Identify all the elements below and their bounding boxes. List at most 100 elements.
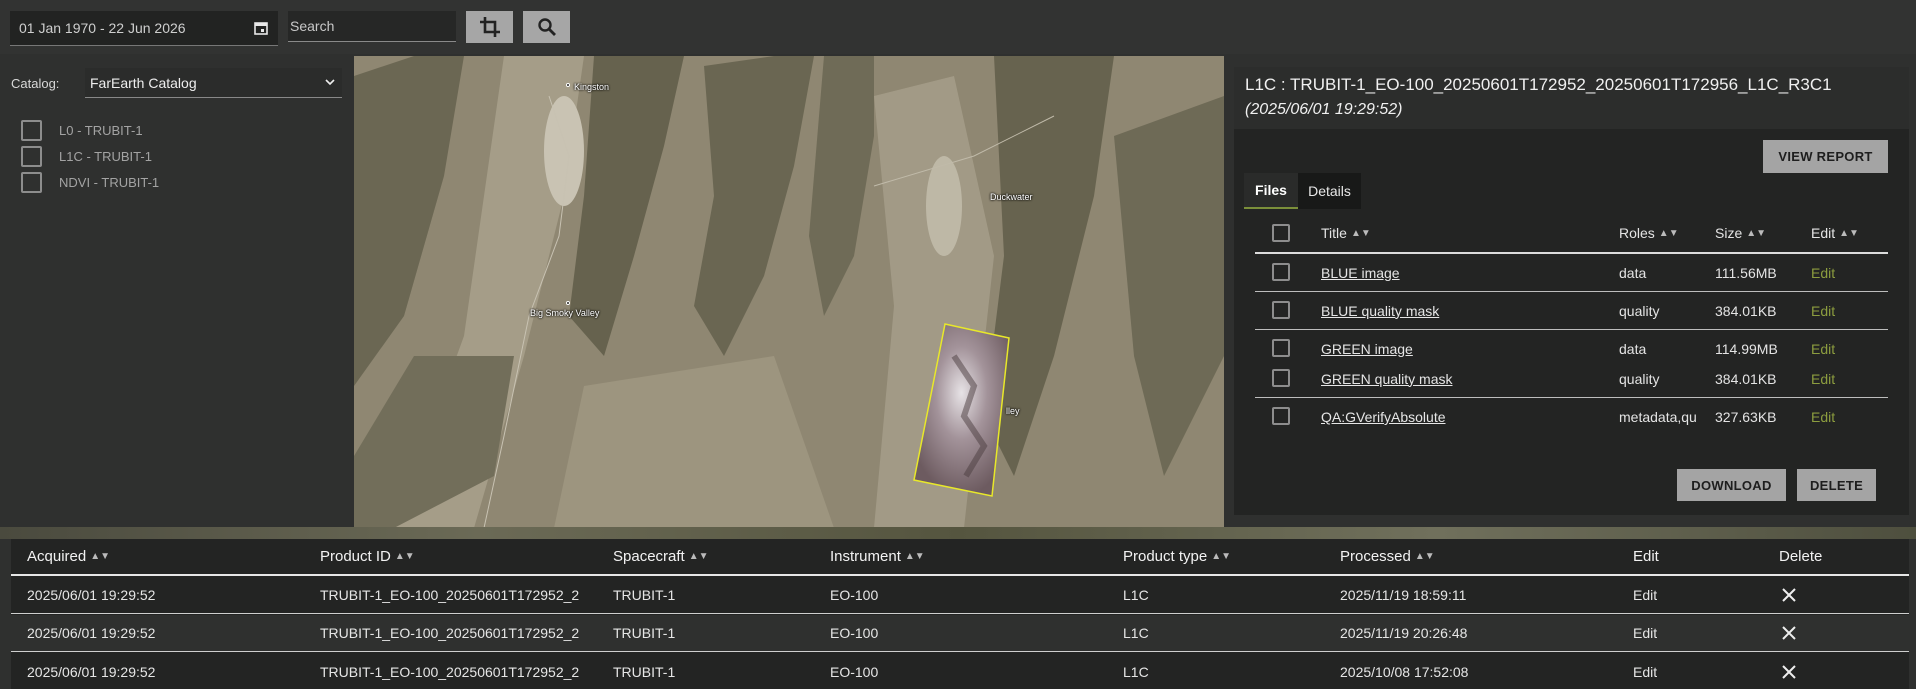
file-checkbox[interactable] [1272,301,1290,319]
file-title-link[interactable]: BLUE image [1321,265,1400,281]
file-checkbox[interactable] [1272,369,1290,387]
file-row: BLUE quality mask quality 384.01KB Edit [1255,292,1888,330]
search-input[interactable] [288,11,456,42]
column-size[interactable]: Size ▲▼ [1715,214,1766,252]
row-delete-button[interactable] [1781,615,1797,651]
catalog-panel: Catalog: FarEarth Catalog L0 - TRUBIT-1 … [0,56,353,528]
file-title-link[interactable]: GREEN quality mask [1321,371,1452,387]
file-edit-link[interactable]: Edit [1811,360,1835,397]
sort-icon: ▲▼ [1350,227,1371,239]
satellite-map[interactable]: Kingston Big Smoky Valley Duckwater lley [354,56,1224,528]
cell-processed: 2025/11/19 18:59:11 [1340,587,1467,603]
column-delete: Delete [1779,548,1823,565]
search-button[interactable] [523,11,570,43]
place-marker-icon [566,83,570,87]
crop-icon [479,17,500,37]
catalog-select[interactable]: FarEarth Catalog [85,68,342,98]
map-label-valley: lley [1006,406,1020,416]
product-row[interactable]: 2025/06/01 19:29:52 TRUBIT-1_EO-100_2025… [11,653,1909,689]
close-icon [1782,626,1796,640]
date-range-field[interactable]: 01 Jan 1970 - 22 Jun 2026 [10,11,278,46]
cell-product-type: L1C [1123,625,1149,641]
file-checkbox[interactable] [1272,263,1290,281]
file-checkbox[interactable] [1272,339,1290,357]
column-processed[interactable]: Processed ▲▼ [1340,539,1435,574]
file-checkbox[interactable] [1272,407,1290,425]
map-edge-strip [0,527,1916,539]
tab-files[interactable]: Files [1244,173,1298,209]
row-delete-button[interactable] [1781,577,1797,613]
sort-icon: ▲▼ [90,551,110,562]
file-role: quality [1619,302,1660,319]
sort-icon: ▲▼ [1658,227,1679,239]
layer-label: L1C - TRUBIT-1 [59,148,152,164]
file-title-link[interactable]: QA:GVerifyAbsolute [1321,409,1446,425]
layer-item-ndvi[interactable]: NDVI - TRUBIT-1 [21,171,159,193]
search-icon [537,18,556,36]
product-detail-panel: L1C : TRUBIT-1_EO-100_20250601T172952_20… [1234,67,1909,515]
row-edit-link[interactable]: Edit [1633,577,1657,613]
file-edit-link[interactable]: Edit [1811,254,1835,291]
file-row: GREEN quality mask quality 384.01KB Edit [1255,360,1888,398]
cell-acquired: 2025/06/01 19:29:52 [27,663,156,680]
products-table-header: Acquired ▲▼ Product ID ▲▼ Spacecraft ▲▼ Ins… [11,539,1909,576]
cell-spacecraft: TRUBIT-1 [613,663,676,680]
select-all-checkbox[interactable] [1272,224,1290,242]
layer-label: L0 - TRUBIT-1 [59,122,143,138]
file-edit-link[interactable]: Edit [1811,398,1835,430]
files-table-overflow[interactable]: GREEN quality mask quality 384.01KB Edit… [1255,360,1888,430]
column-product-type[interactable]: Product type ▲▼ [1123,539,1231,574]
product-row[interactable]: 2025/06/01 19:29:52 TRUBIT-1_EO-100_2025… [11,577,1909,614]
crop-button[interactable] [466,11,513,43]
cell-product-id: TRUBIT-1_EO-100_20250601T172952_2 [320,625,580,641]
layer-checkbox[interactable] [21,145,42,167]
products-table: Acquired ▲▼ Product ID ▲▼ Spacecraft ▲▼ Ins… [11,539,1909,689]
file-title-link[interactable]: BLUE quality mask [1321,303,1439,319]
file-title-link[interactable]: GREEN image [1321,341,1413,357]
layer-item-l0[interactable]: L0 - TRUBIT-1 [21,119,143,141]
column-instrument[interactable]: Instrument ▲▼ [830,539,925,574]
column-edit[interactable]: Edit ▲▼ [1811,214,1859,252]
map-label-duckwater: Duckwater [990,192,1033,202]
cell-product-id: TRUBIT-1_EO-100_20250601T172952_2 [320,663,580,680]
layer-checkbox[interactable] [21,171,42,193]
cell-processed: 2025/10/08 17:52:08 [1340,663,1469,680]
calendar-icon[interactable] [254,21,268,35]
column-product-id[interactable]: Product ID ▲▼ [320,539,415,574]
column-title[interactable]: Title ▲▼ [1321,214,1371,252]
column-spacecraft[interactable]: Spacecraft ▲▼ [613,539,709,574]
tab-details[interactable]: Details [1298,173,1361,209]
column-acquired[interactable]: Acquired ▲▼ [27,539,110,574]
cell-acquired: 2025/06/01 19:29:52 [27,587,156,603]
sort-icon: ▲▼ [1414,551,1435,562]
row-edit-link[interactable]: Edit [1633,615,1657,651]
layer-label: NDVI - TRUBIT-1 [59,174,160,190]
close-icon [1782,588,1796,602]
download-button[interactable]: DOWNLOAD [1677,469,1786,501]
layer-item-l1c[interactable]: L1C - TRUBIT-1 [21,145,152,167]
sort-icon: ▲▼ [1211,551,1232,562]
delete-button[interactable]: DELETE [1797,469,1876,501]
view-report-button[interactable]: VIEW REPORT [1763,140,1888,173]
cell-instrument: EO-100 [830,663,879,680]
file-role: metadata,qu [1619,409,1697,425]
catalog-selected-value: FarEarth Catalog [90,75,197,91]
detail-date: (2025/06/01 19:29:52) [1245,101,1403,118]
row-delete-button[interactable] [1781,653,1797,689]
place-marker-icon [566,301,570,305]
cell-processed: 2025/11/19 20:26:48 [1340,625,1468,641]
catalog-label: Catalog: [11,76,60,91]
column-roles[interactable]: Roles ▲▼ [1619,214,1679,252]
file-edit-link[interactable]: Edit [1811,292,1835,329]
sort-icon: ▲▼ [394,551,415,562]
column-edit: Edit [1633,548,1659,565]
map-label-big-smoky-valley: Big Smoky Valley [530,308,600,318]
layer-checkbox[interactable] [21,119,42,141]
file-row: QA:GVerifyAbsolute metadata,qu 327.63KB … [1255,398,1888,430]
cell-spacecraft: TRUBIT-1 [613,625,676,641]
file-edit-link[interactable]: Edit [1811,330,1835,360]
file-role: quality [1619,370,1660,387]
row-edit-link[interactable]: Edit [1633,653,1657,689]
product-row[interactable]: 2025/06/01 19:29:52 TRUBIT-1_EO-100_2025… [11,615,1909,652]
sort-icon: ▲▼ [1746,227,1767,239]
